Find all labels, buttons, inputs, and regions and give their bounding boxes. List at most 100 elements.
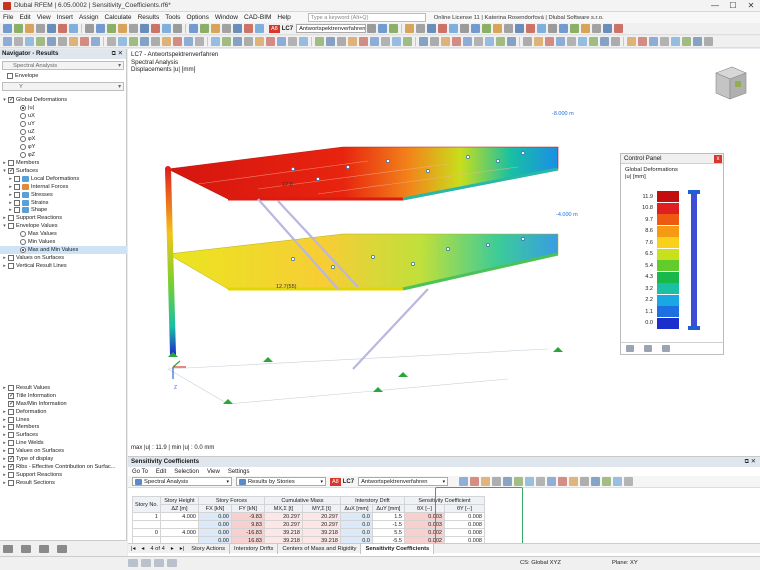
toolbar-tool-icon[interactable] — [14, 37, 23, 46]
results-lc-dropdown[interactable]: Antwortspektrenverfahren ▾ — [358, 477, 449, 486]
toolbar-tool-icon[interactable] — [441, 37, 450, 46]
tree-checkbox[interactable] — [8, 463, 14, 470]
tree-checkbox[interactable] — [14, 191, 20, 198]
expand-arrow-icon[interactable]: ▸ — [2, 160, 7, 166]
tree-checkbox[interactable] — [8, 471, 14, 478]
menu-tools[interactable]: Tools — [162, 14, 183, 21]
toolbar-tool-icon[interactable] — [548, 24, 558, 33]
tree-checkbox[interactable] — [8, 448, 14, 455]
model-viewport[interactable]: LC7 - Antwortspektrenverfahren Spectral … — [128, 49, 760, 456]
toolbar-tool-icon[interactable] — [222, 37, 231, 46]
expand-arrow-icon[interactable]: ▸ — [2, 456, 7, 462]
toolbar-tool-icon[interactable] — [200, 24, 209, 33]
expand-arrow-icon[interactable]: ▸ — [2, 432, 7, 438]
tree-checkbox[interactable] — [8, 408, 14, 415]
toolbar-tool-icon[interactable] — [381, 37, 390, 46]
expand-arrow-icon[interactable]: ▸ — [2, 424, 7, 430]
toolbar-tool-icon[interactable] — [614, 24, 624, 33]
results-by-dropdown[interactable]: Results by Stories ▾ — [236, 477, 326, 486]
tree-checkbox[interactable] — [8, 424, 14, 431]
toolbar-tool-icon[interactable] — [405, 24, 415, 33]
toolbar-tool-icon[interactable] — [389, 24, 399, 33]
toolbar-tool-icon[interactable] — [25, 24, 34, 33]
expand-arrow-icon[interactable]: ▸ — [8, 207, 13, 213]
toolbar-tool-icon[interactable] — [403, 37, 412, 46]
collapse-arrow-icon[interactable]: ▾ — [2, 97, 7, 103]
toolbar-tool-icon[interactable] — [482, 24, 492, 33]
toolbar-tool-icon[interactable] — [58, 37, 67, 46]
ortho-toggle-icon[interactable] — [154, 559, 164, 567]
toolbar-tool-icon[interactable] — [682, 37, 691, 46]
toolbar-tool-icon[interactable] — [189, 24, 198, 33]
toolbar-tool-icon[interactable] — [578, 37, 587, 46]
toolbar-tool-icon[interactable] — [556, 37, 565, 46]
expand-arrow-icon[interactable]: ▸ — [8, 200, 13, 206]
expand-arrow-icon[interactable]: ▸ — [8, 176, 13, 182]
prev-page-button[interactable]: ◂ — [138, 546, 147, 552]
table-row[interactable]: 1 4.000 0.00 -9.83 20.297 20.297 0.0 1.5 0.003 0.… — [132, 512, 485, 521]
toolbar-tool-icon[interactable] — [611, 37, 620, 46]
tab-story-actions[interactable]: Story Actions — [187, 543, 231, 554]
tree-checkbox[interactable] — [8, 160, 14, 167]
tree-checkbox[interactable] — [8, 455, 14, 462]
table-tool-icon[interactable] — [558, 477, 568, 486]
tree-item[interactable]: φY — [0, 143, 127, 151]
toolbar-tool-icon[interactable] — [378, 24, 388, 33]
table-tool-icon[interactable] — [459, 477, 469, 486]
direction-dropdown[interactable]: Y ▾ — [2, 81, 124, 91]
toolbar-tool-icon[interactable] — [392, 37, 401, 46]
tree-checkbox[interactable] — [8, 384, 14, 391]
toolbar-tool-icon[interactable] — [627, 37, 636, 46]
grid-toggle-icon[interactable] — [141, 559, 151, 567]
expand-arrow-icon[interactable]: ▸ — [2, 255, 7, 261]
tree-checkbox[interactable] — [8, 400, 14, 407]
tree-checkbox[interactable] — [14, 175, 20, 182]
tree-checkbox[interactable] — [14, 183, 20, 190]
toolbar-tool-icon[interactable] — [337, 37, 346, 46]
table-tool-icon[interactable] — [492, 477, 502, 486]
toolbar-tool-icon[interactable] — [233, 37, 242, 46]
toolbar-tool-icon[interactable] — [47, 24, 56, 33]
envelope-checkbox[interactable] — [7, 72, 13, 79]
toolbar-tool-icon[interactable] — [526, 24, 536, 33]
toolbar-tool-icon[interactable] — [545, 37, 554, 46]
keyword-search-input[interactable]: Type a keyword (Alt+Q) — [307, 13, 426, 22]
toolbar-tool-icon[interactable] — [496, 37, 505, 46]
collapse-arrow-icon[interactable]: ▾ — [2, 223, 7, 229]
tree-radio[interactable] — [20, 120, 26, 127]
tree-item[interactable]: Min Values — [0, 238, 127, 246]
toolbar-tool-icon[interactable] — [151, 37, 160, 46]
tree-radio[interactable] — [20, 112, 26, 119]
tree-item[interactable]: ▸ Values on Surfaces — [0, 254, 127, 262]
toolbar-tool-icon[interactable] — [69, 37, 78, 46]
tree-item[interactable]: uY — [0, 120, 127, 128]
results-menu-edit[interactable]: Edit — [152, 469, 170, 475]
toolbar-tool-icon[interactable] — [140, 37, 149, 46]
toolbar-tool-icon[interactable] — [162, 24, 171, 33]
data-tab-icon[interactable] — [3, 544, 13, 553]
tree-checkbox[interactable] — [8, 167, 14, 174]
toolbar-tool-icon[interactable] — [660, 37, 669, 46]
table-tool-icon[interactable] — [591, 477, 601, 486]
results-menu-view[interactable]: View — [203, 469, 224, 475]
toolbar-tool-icon[interactable] — [266, 37, 275, 46]
toolbar-tool-icon[interactable] — [493, 24, 503, 33]
toolbar-tool-icon[interactable] — [96, 24, 105, 33]
collapse-arrow-icon[interactable]: ▾ — [2, 168, 7, 174]
tree-item[interactable]: ▸ Values on Surfaces — [0, 447, 127, 455]
toolbar-tool-icon[interactable] — [118, 37, 127, 46]
tree-item[interactable]: φZ — [0, 151, 127, 159]
tree-checkbox[interactable] — [8, 215, 14, 222]
navigator-window-controls[interactable]: ⧉ ✕ — [112, 49, 126, 59]
toolbar-tool-icon[interactable] — [233, 24, 242, 33]
tree-item[interactable]: Title Information — [0, 392, 127, 400]
table-tool-icon[interactable] — [613, 477, 623, 486]
factors-tab-icon[interactable] — [644, 345, 652, 352]
expand-arrow-icon[interactable]: ▸ — [8, 184, 13, 190]
display-tab-icon[interactable] — [21, 544, 31, 553]
coordinate-system-indicator[interactable]: CS: Global XYZ — [520, 560, 561, 566]
menu-window[interactable]: Window — [212, 14, 241, 21]
tree-item[interactable]: ▾ Global Deformations — [0, 96, 127, 104]
toolbar-tool-icon[interactable] — [370, 37, 379, 46]
expand-arrow-icon[interactable]: ▸ — [2, 263, 7, 269]
